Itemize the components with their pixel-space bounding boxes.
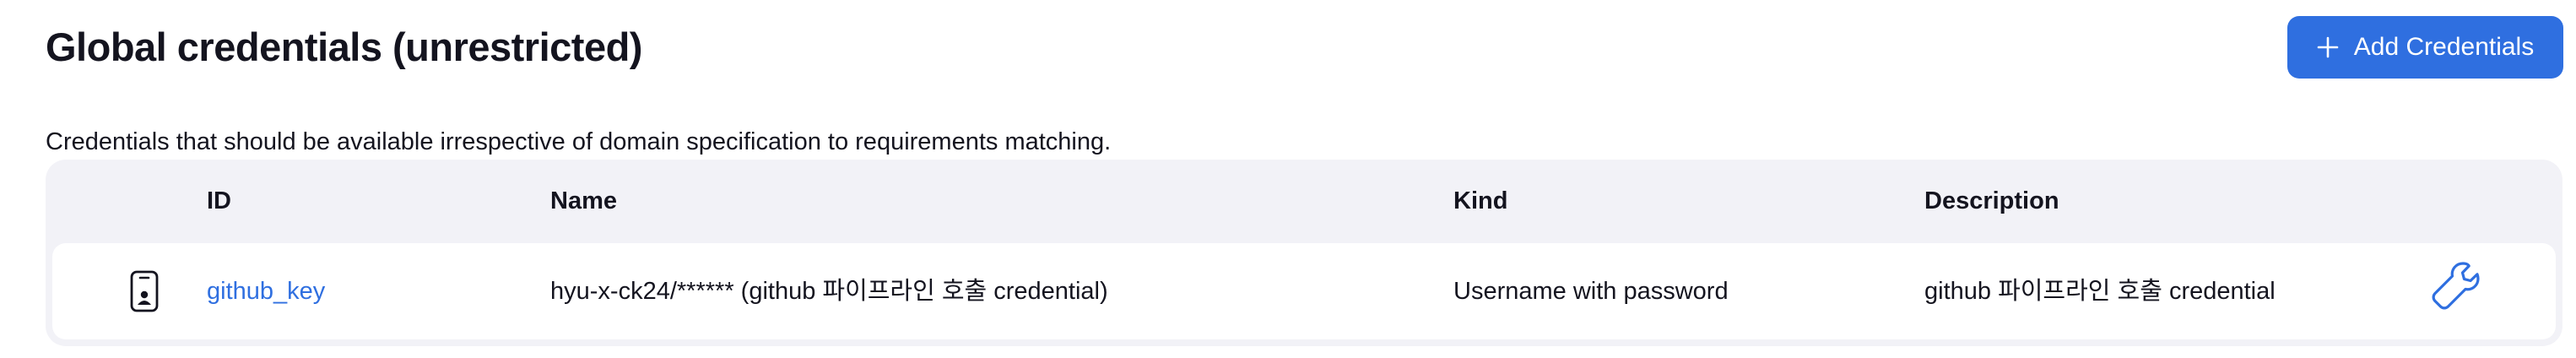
add-credentials-label: Add Credentials (2353, 33, 2535, 61)
credential-kind: Username with password (1453, 278, 1729, 305)
credential-id-link[interactable]: github_key (207, 275, 325, 307)
credential-description: github 파이프라인 호출 credential (1924, 278, 2276, 305)
column-header-description[interactable]: Description (1924, 186, 2059, 216)
page-description: Credentials that should be available irr… (46, 128, 1112, 155)
table-row: github_key hyu-x-ck24/****** (github 파이프… (52, 243, 2556, 339)
add-credentials-button[interactable]: Add Credentials (2287, 16, 2563, 79)
credential-name: hyu-x-ck24/****** (github 파이프라인 호출 crede… (550, 278, 1108, 305)
table-header: ID Name Kind Description (46, 160, 2562, 242)
wrench-icon[interactable] (2431, 260, 2481, 311)
credentials-page: Global credentials (unrestricted) Add Cr… (0, 0, 2576, 358)
credential-card-icon (130, 270, 159, 312)
plus-icon (2317, 36, 2339, 58)
page-title: Global credentials (unrestricted) (46, 24, 642, 69)
column-header-kind[interactable]: Kind (1453, 186, 1507, 216)
column-header-name[interactable]: Name (550, 186, 617, 216)
credentials-table: ID Name Kind Description github_key hyu-… (46, 160, 2562, 346)
column-header-id[interactable]: ID (207, 186, 231, 216)
